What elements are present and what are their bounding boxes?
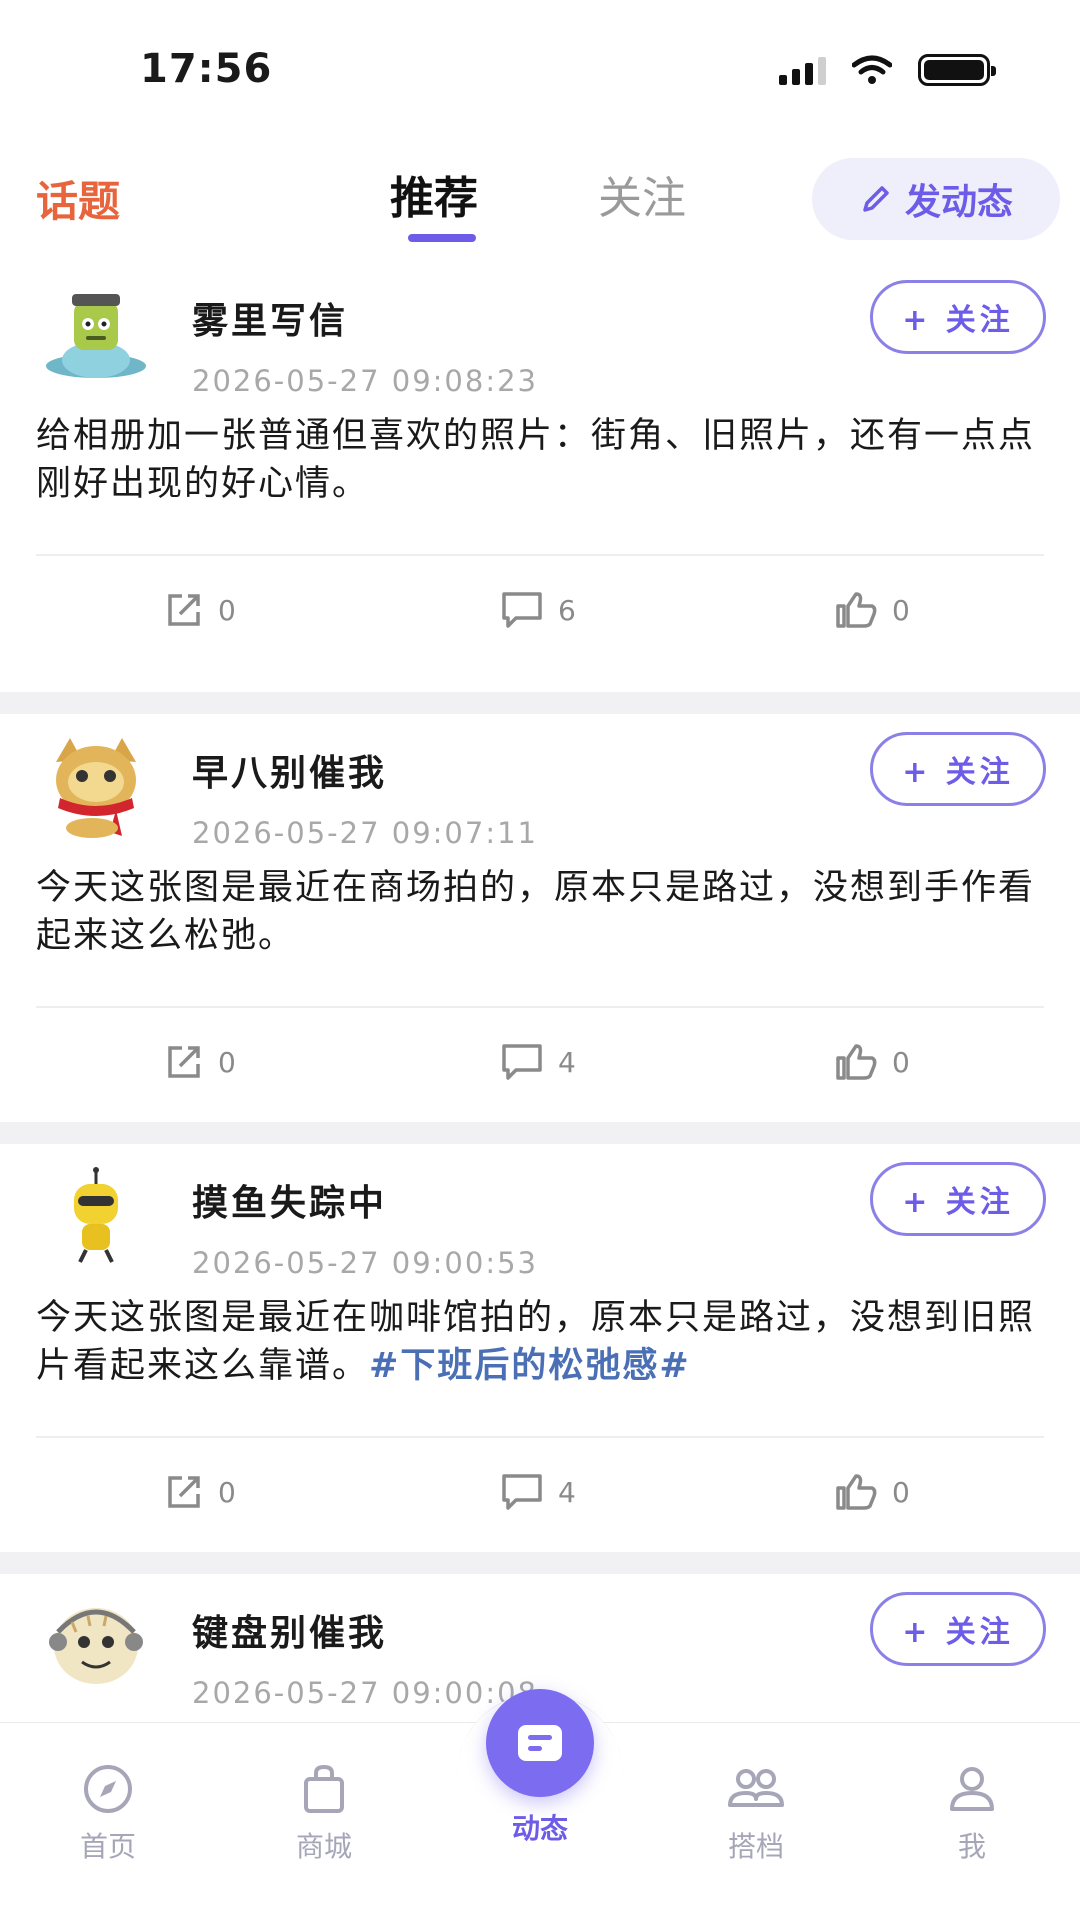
post-content[interactable]: 给相册加一张普通但喜欢的照片：街角、旧照片，还有一点点刚好出现的好心情。 [36,412,1046,508]
post-text: 今天这张图是最近在商场拍的，原本只是路过，没想到手作看起来这么松弛。 [36,868,1036,956]
post-timestamp: 2026-05-27 09:00:08 [192,1676,538,1710]
post-timestamp: 2026-05-27 09:07:11 [192,816,538,850]
post-text: 给相册加一张普通但喜欢的照片：街角、旧照片，还有一点点刚好出现的好心情。 [36,416,1036,504]
post-username[interactable]: 键盘别催我 [192,1604,387,1656]
nav-partner-label: 搭档 [727,1830,784,1863]
nav-feed[interactable]: 动态 [480,1689,600,1847]
comment-action[interactable]: 4 [500,1472,576,1512]
share-count: 0 [218,1475,236,1509]
feed-icon [486,1689,594,1797]
wifi-icon [852,55,892,84]
share-count: 0 [218,593,236,627]
nav-feed-label: 动态 [511,1812,568,1845]
nav-home[interactable]: 首页 [48,1763,168,1865]
nav-mall[interactable]: 商城 [264,1763,384,1865]
divider [36,554,1044,556]
topic-link[interactable]: 话题 [36,168,120,229]
feed-list[interactable]: 雾里写信 2026-05-27 09:08:23 + 关注 给相册加一张普通但喜… [0,262,1080,1722]
status-time: 17:56 [140,46,273,92]
avatar[interactable] [36,1592,156,1700]
bottom-nav: 首页 商城 动态 搭档 我 [0,1689,1080,1920]
post-actions: 0 4 0 [0,1460,1080,1530]
comment-icon [502,1044,542,1080]
post-username[interactable]: 摸鱼失踪中 [192,1174,387,1226]
share-action[interactable]: 0 [164,1472,236,1512]
thumbs-up-icon [836,1474,877,1510]
share-count: 0 [218,1045,236,1079]
active-tab-indicator [408,234,476,242]
share-icon [168,594,200,626]
status-bar: 17:56 [0,0,1080,140]
post-card: 摸鱼失踪中 2026-05-27 09:00:53 + 关注 今天这张图是最近在… [0,1122,1080,1552]
post-timestamp: 2026-05-27 09:00:53 [192,1246,538,1280]
shopping-bag-icon [304,1764,344,1813]
comment-count: 4 [558,1045,576,1079]
post-moment-label: 发动态 [904,182,1013,223]
like-count: 0 [892,593,910,627]
nav-me-label: 我 [957,1830,986,1863]
follow-button[interactable]: + 关注 [870,732,1046,806]
battery-icon [918,54,996,86]
comment-action[interactable]: 4 [500,1042,576,1082]
nav-partner[interactable]: 搭档 [696,1763,816,1865]
user-icon [950,1767,994,1811]
follow-button[interactable]: + 关注 [870,1162,1046,1236]
post-content[interactable]: 今天这张图是最近在咖啡馆拍的，原本只是路过，没想到旧照片看起来这么靠谱。#下班后… [36,1294,1046,1390]
share-icon [168,1046,200,1078]
post-actions: 0 6 0 [0,578,1080,648]
status-icons [779,54,996,86]
partner-icon [728,1769,784,1807]
like-count: 0 [892,1045,910,1079]
feed-header: 话题 推荐 关注 发动态 [0,140,1080,260]
like-action[interactable]: 0 [834,590,910,630]
share-icon [168,1476,200,1508]
comment-icon [502,592,542,628]
share-action[interactable]: 0 [164,1042,236,1082]
like-action[interactable]: 0 [834,1472,910,1512]
post-username[interactable]: 早八别催我 [192,744,387,796]
post-actions: 0 4 0 [0,1030,1080,1100]
divider [36,1436,1044,1438]
thumbs-up-icon [836,592,877,628]
post-timestamp: 2026-05-27 09:08:23 [192,364,538,398]
comment-count: 6 [558,593,576,627]
divider [36,1006,1044,1008]
compass-icon [84,1765,132,1813]
comment-icon [502,1474,542,1510]
avatar[interactable] [36,280,156,388]
follow-button[interactable]: + 关注 [870,1592,1046,1666]
follow-button[interactable]: + 关注 [870,280,1046,354]
thumbs-up-icon [836,1044,877,1080]
post-card: 雾里写信 2026-05-27 09:08:23 + 关注 给相册加一张普通但喜… [0,262,1080,692]
post-moment-button[interactable]: 发动态 [812,158,1060,240]
post-content[interactable]: 今天这张图是最近在商场拍的，原本只是路过，没想到手作看起来这么松弛。 [36,864,1046,960]
tab-recommend[interactable]: 推荐 [390,162,478,226]
nav-me[interactable]: 我 [912,1763,1032,1865]
nav-home-label: 首页 [79,1830,136,1863]
like-count: 0 [892,1475,910,1509]
nav-mall-label: 商城 [295,1830,352,1863]
post-card: 早八别催我 2026-05-27 09:07:11 + 关注 今天这张图是最近在… [0,692,1080,1122]
comment-count: 4 [558,1475,576,1509]
pencil-icon [863,186,889,212]
avatar[interactable] [36,1162,156,1270]
like-action[interactable]: 0 [834,1042,910,1082]
avatar[interactable] [36,732,156,840]
share-action[interactable]: 0 [164,590,236,630]
post-hashtag[interactable]: #下班后的松弛感# [369,1346,691,1386]
comment-action[interactable]: 6 [500,590,576,630]
post-username[interactable]: 雾里写信 [192,292,348,344]
cellular-signal-icon [779,55,826,85]
tab-follow[interactable]: 关注 [598,162,686,226]
